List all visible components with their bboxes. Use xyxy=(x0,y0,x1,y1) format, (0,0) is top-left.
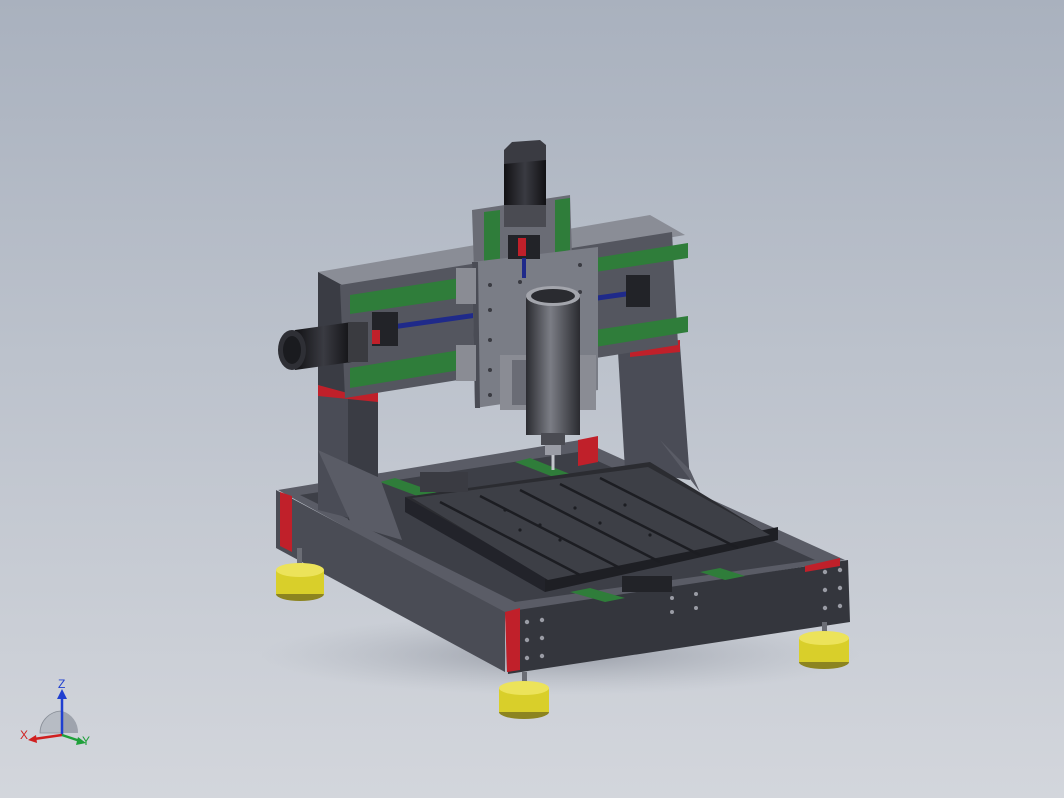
orientation-triad[interactable]: Z X Y xyxy=(18,675,98,755)
y-axis-drive xyxy=(622,576,672,592)
corner-accent-left xyxy=(280,492,292,552)
foot-front-right xyxy=(799,622,849,669)
z-axis-label: Z xyxy=(58,677,65,691)
cnc-machine-model[interactable] xyxy=(0,0,1064,798)
y-axis-label: Y xyxy=(82,734,90,748)
z-rail-left xyxy=(484,210,500,265)
x-screw-bearing-right xyxy=(626,275,650,307)
z-block-left-lower xyxy=(456,345,476,381)
z-block-left-upper xyxy=(456,268,476,304)
spindle-nut xyxy=(545,445,561,455)
x-axis-line xyxy=(33,733,63,741)
graphics-viewport[interactable]: Z X Y xyxy=(0,0,1064,798)
z-coupler-accent xyxy=(518,238,526,256)
left-coupler-accent xyxy=(372,330,380,344)
z-axis-stepper-motor[interactable] xyxy=(504,140,546,227)
triad-sphere-shade xyxy=(62,711,79,733)
x-arrow-icon xyxy=(28,735,37,743)
x-axis-label: X xyxy=(20,728,28,742)
spindle-collet xyxy=(541,433,565,445)
z-rail-right xyxy=(555,198,570,253)
spindle-top-inner xyxy=(531,289,575,303)
corner-accent-front xyxy=(505,608,520,672)
y-axis-bracket xyxy=(420,472,468,492)
spindle-body xyxy=(526,295,580,435)
right-inner-accent xyxy=(578,436,598,466)
triad-sphere-icon xyxy=(39,710,63,734)
